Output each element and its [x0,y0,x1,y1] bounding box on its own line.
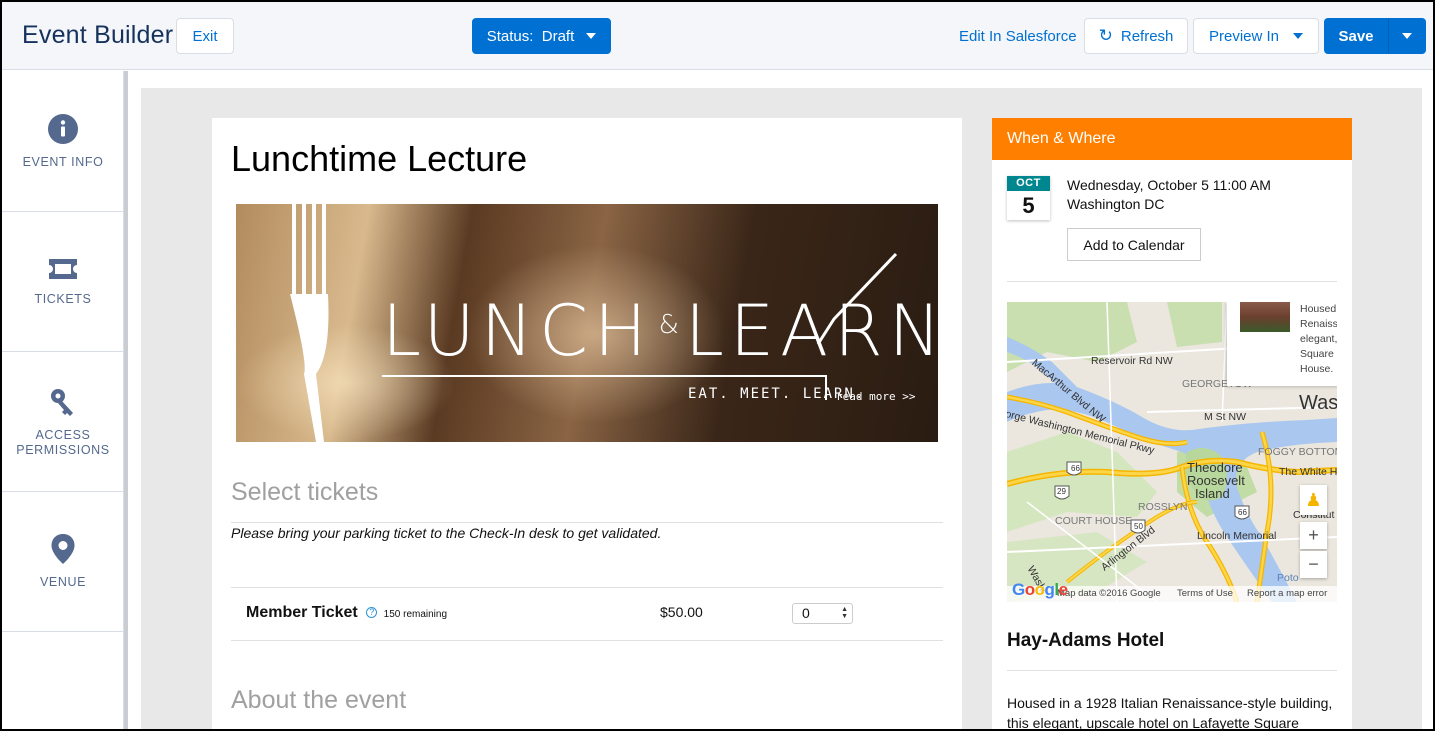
sidebar-item-label: EVENT INFO [22,154,104,169]
map-info-line: House. [1300,363,1334,375]
refresh-icon: ↻ [1098,26,1113,45]
ticket-price: $50.00 [660,604,703,620]
map-area-label: FOGGY BOTTOM [1258,446,1337,458]
status-label: Status: Draft [486,27,575,45]
divider [231,522,943,523]
map-route-label: 66 [1238,508,1247,517]
sidebar-item-event-info[interactable]: EVENT INFO [2,71,124,212]
venue-description: Housed in a 1928 Italian Renaissance-sty… [1007,695,1333,731]
divider [231,640,943,641]
chevron-down-icon [1402,33,1412,39]
banner-read-more: read more >> [836,390,916,403]
when-where-card: When & Where OCT 5 Wednesday, October 5 … [992,118,1352,731]
venue-name: Hay-Adams Hotel [1007,630,1165,651]
hotel-thumbnail [1240,302,1290,332]
event-title: Lunchtime Lecture [231,138,528,179]
banner-title: LUNCH &LEARN [382,290,938,372]
edit-in-salesforce-link[interactable]: Edit In Salesforce [959,28,1077,45]
banner-title-amp: & [658,310,679,340]
preview-label: Preview In [1208,27,1280,45]
stepper-arrows-icon: ▲ ▼ [841,606,848,620]
banner-title-right: LEARN [684,290,938,372]
calendar-day: 5 [1022,193,1035,218]
sidebar-item-label: TICKETS [34,292,92,306]
exit-button[interactable]: Exit [176,18,234,54]
sidebar-item-access-permissions[interactable]: ACCESS PERMISSIONS [2,352,124,492]
map-report-link[interactable]: Report a map error [1247,586,1327,602]
divider [1007,670,1337,671]
sidebar-item-label: PERMISSIONS [16,442,110,457]
ticket-name-text: Member Ticket [246,604,358,621]
divider [1007,281,1337,282]
map-water-label: Poto [1277,572,1299,584]
map-poi-label: Lincoln Memorial [1197,530,1277,542]
calendar-date-badge: OCT 5 [1007,176,1050,220]
map-zoom-out-button[interactable]: − [1300,551,1327,578]
map-street-label: M St NW [1204,411,1246,423]
ticket-quantity-value: 0 [802,605,810,621]
ticket-name: Member Ticket ? 150 remaining [246,604,447,622]
refresh-label: Refresh [1120,27,1174,45]
event-location: Washington DC [1067,196,1165,212]
save-options-button[interactable] [1388,18,1426,54]
map-zoom-in-button[interactable]: + [1300,522,1327,549]
map-street-label: Reservoir Rd NW [1091,355,1173,367]
map-terms-link[interactable]: Terms of Use [1177,586,1233,602]
sidebar-item-venue[interactable]: VENUE [2,492,124,632]
key-icon [51,388,73,416]
map-info-line: Renaiss [1300,318,1337,330]
status-dropdown-button[interactable]: Status: Draft [472,18,611,54]
map-route-label: 66 [1071,464,1080,473]
map-info-window[interactable]: Housed Renaiss elegant, Square House. [1227,302,1337,386]
map-route-label: 29 [1057,487,1066,496]
sidebar-item-label: VENUE [39,575,87,589]
map-info-line: Square [1300,348,1334,360]
sidebar-item-label: ACCESS [35,427,91,442]
location-pin-icon [51,534,75,564]
preview-in-button[interactable]: Preview In [1193,18,1319,54]
divider [231,587,943,588]
sidebar-item-tickets[interactable]: TICKETS [2,212,124,352]
add-to-calendar-button[interactable]: Add to Calendar [1067,228,1201,261]
refresh-button[interactable]: ↻ Refresh [1084,18,1188,54]
street-view-pegman-icon[interactable]: ♟ [1300,485,1327,515]
when-where-header: When & Where [992,118,1352,160]
banner-title-left: LUNCH [382,290,653,372]
map-info-line: Housed [1300,303,1337,315]
help-icon[interactable]: ? [366,607,378,619]
map-poi-label: The White H [1279,466,1337,478]
ticket-remaining: 150 remaining [383,609,448,620]
ticket-note: Please bring your parking ticket to the … [231,525,662,541]
map-poi-label: Island [1195,486,1230,501]
ticket-quantity-select[interactable]: 0 ▲ ▼ [792,603,853,624]
save-button[interactable]: Save [1324,18,1388,54]
sidebar: EVENT INFO TICKETS ACCESS PERMISSIONS VE… [2,71,124,729]
calendar-month: OCT [1007,176,1050,191]
map-area-label: COURT HOUSE [1055,515,1133,527]
map-area-label: ROSSLYN [1138,501,1188,513]
sidebar-divider [124,71,128,729]
google-logo: Google [1012,580,1068,599]
event-banner-image: LUNCH &LEARN EAT. MEET. LEARN. read more … [236,204,938,442]
map-info-text: Housed Renaiss elegant, Square House. [1300,302,1337,377]
ticket-icon [49,259,77,279]
app-title: Event Builder [22,21,174,49]
chevron-down-icon [1293,33,1304,39]
map-data-credit: Map data ©2016 Google [1057,588,1161,599]
top-header: Event Builder Exit Status: Draft Edit In… [2,2,1433,70]
event-datetime: Wednesday, October 5 11:00 AM [1067,177,1271,193]
app-frame: Event Builder Exit Status: Draft Edit In… [0,0,1435,731]
chevron-down-icon [586,33,597,39]
about-event-title: About the event [231,686,407,714]
map-info-line: elegant, [1300,333,1337,345]
event-main-card: Lunchtime Lecture LUNCH &LEARN EAT. MEET… [212,118,962,729]
select-tickets-title: Select tickets [231,478,379,506]
venue-map[interactable]: 66 29 50 66 Reservoir Rd NW MacArthur Bl… [1007,302,1337,602]
info-icon [48,113,78,144]
map-city-label: Was [1299,392,1337,414]
